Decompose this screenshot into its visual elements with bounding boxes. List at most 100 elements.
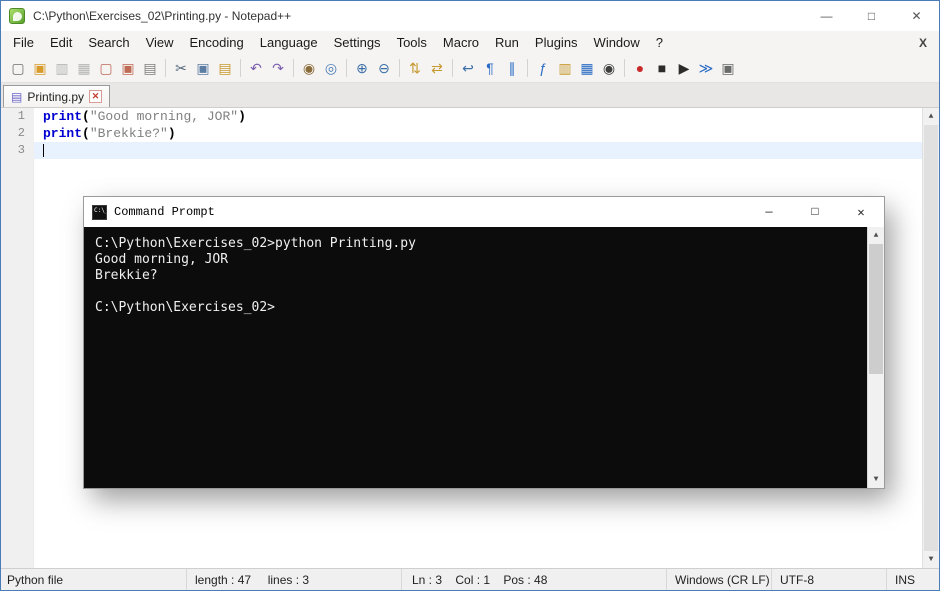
- new-file-icon[interactable]: ▢: [8, 58, 28, 78]
- status-length-info: length : 47 lines : 3: [186, 569, 401, 590]
- notepadpp-window: C:\Python\Exercises_02\Printing.py - Not…: [0, 0, 940, 591]
- cut-icon[interactable]: ✂: [171, 58, 191, 78]
- tab-close-icon[interactable]: ✕: [89, 90, 103, 103]
- record-macro-icon[interactable]: ●: [630, 58, 650, 78]
- save-macro-icon[interactable]: ▣: [718, 58, 738, 78]
- undo-icon[interactable]: ↶: [246, 58, 266, 78]
- tab-label: Printing.py: [27, 89, 85, 104]
- status-eol-format[interactable]: Windows (CR LF): [666, 569, 771, 590]
- notepadpp-app-icon: [9, 8, 25, 24]
- token-keyword: print: [43, 109, 83, 124]
- editor-area[interactable]: 1 print("Good morning, JOR") 2 print("Brekk…: [1, 108, 939, 568]
- menubar-close-button[interactable]: X: [907, 36, 939, 50]
- cmd-output[interactable]: C:\Python\Exercises_02>python Printing.p…: [84, 227, 867, 488]
- menu-item-search[interactable]: Search: [80, 33, 137, 52]
- toolbar: ▢ ▣ ▥ ▦ ▢ ▣ ▤ ✂ ▣ ▤ ↶ ↷ ◉ ◎ ⊕ ⊖ ⇅ ⇄ ↩ ¶ ∥ ƒ ▥ ▦ ◉ ● ■ ▶ ≫ ▣: [1, 54, 939, 83]
- word-wrap-icon[interactable]: ↩: [458, 58, 478, 78]
- menu-item-file[interactable]: File: [5, 33, 42, 52]
- menu-item-help[interactable]: ?: [648, 33, 671, 52]
- cmd-scroll-down-icon[interactable]: ▼: [868, 471, 884, 488]
- code-text[interactable]: print("Brekkie?"): [34, 125, 922, 142]
- tabbar: ▤ Printing.py ✕: [1, 83, 939, 108]
- line-number[interactable]: 3: [1, 142, 34, 159]
- replace-icon[interactable]: ◎: [321, 58, 341, 78]
- minimize-button[interactable]: —: [804, 1, 849, 31]
- show-all-characters-icon[interactable]: ¶: [480, 58, 500, 78]
- line-number[interactable]: 1: [1, 108, 34, 125]
- code-line: 2 print("Brekkie?"): [1, 125, 922, 142]
- menu-item-macro[interactable]: Macro: [435, 33, 487, 52]
- document-switcher-icon[interactable]: ▦: [577, 58, 597, 78]
- zoom-in-icon[interactable]: ⊕: [352, 58, 372, 78]
- code-line: 3: [1, 142, 922, 159]
- document-map-icon[interactable]: ▥: [555, 58, 575, 78]
- editor-scrollbar[interactable]: ▲ ▼: [922, 108, 939, 568]
- cmd-scroll-up-icon[interactable]: ▲: [868, 227, 884, 244]
- code-line: 1 print("Good morning, JOR"): [1, 108, 922, 125]
- menu-item-view[interactable]: View: [138, 33, 182, 52]
- menu-item-window[interactable]: Window: [586, 33, 648, 52]
- cmd-minimize-button[interactable]: —: [746, 197, 792, 227]
- editor-scrollbar-track[interactable]: [923, 125, 939, 551]
- cmd-close-button[interactable]: ✕: [838, 197, 884, 227]
- code-text[interactable]: [34, 142, 922, 159]
- file-icon: ▤: [11, 89, 23, 104]
- scroll-up-icon[interactable]: ▲: [923, 108, 939, 125]
- sync-horizontal-scroll-icon[interactable]: ⇄: [427, 58, 447, 78]
- menu-item-settings[interactable]: Settings: [326, 33, 389, 52]
- line-number[interactable]: 2: [1, 125, 34, 142]
- token-operator: (: [82, 126, 90, 141]
- cmd-titlebar[interactable]: C:\_ Command Prompt — □ ✕: [84, 197, 884, 227]
- menu-item-language[interactable]: Language: [252, 33, 326, 52]
- maximize-button[interactable]: □: [849, 1, 894, 31]
- menu-item-run[interactable]: Run: [487, 33, 527, 52]
- run-macro-multiple-icon[interactable]: ≫: [696, 58, 716, 78]
- indent-guide-icon[interactable]: ∥: [502, 58, 522, 78]
- close-all-icon[interactable]: ▣: [118, 58, 138, 78]
- scroll-down-icon[interactable]: ▼: [923, 551, 939, 568]
- menu-item-tools[interactable]: Tools: [389, 33, 435, 52]
- code-text[interactable]: print("Good morning, JOR"): [34, 108, 922, 125]
- status-insert-mode[interactable]: INS: [886, 569, 939, 590]
- monitoring-icon[interactable]: ◉: [599, 58, 619, 78]
- zoom-out-icon[interactable]: ⊖: [374, 58, 394, 78]
- text-caret: [43, 144, 44, 158]
- save-file-icon[interactable]: ▥: [52, 58, 72, 78]
- menu-item-plugins[interactable]: Plugins: [527, 33, 586, 52]
- titlebar[interactable]: C:\Python\Exercises_02\Printing.py - Not…: [1, 1, 939, 31]
- line-number-margin[interactable]: [1, 108, 34, 568]
- status-encoding[interactable]: UTF-8: [771, 569, 886, 590]
- cmd-body[interactable]: C:\Python\Exercises_02>python Printing.p…: [84, 227, 884, 488]
- function-list-icon[interactable]: ƒ: [533, 58, 553, 78]
- menu-item-edit[interactable]: Edit: [42, 33, 80, 52]
- close-file-icon[interactable]: ▢: [96, 58, 116, 78]
- close-button[interactable]: ✕: [894, 1, 939, 31]
- token-string: "Brekkie?": [89, 126, 168, 141]
- tab-printing-py[interactable]: ▤ Printing.py ✕: [3, 85, 111, 107]
- cmd-prompt-icon: C:\_: [92, 204, 107, 220]
- token-operator: ): [167, 126, 176, 141]
- save-all-icon[interactable]: ▦: [74, 58, 94, 78]
- window-controls: — □ ✕: [804, 1, 939, 31]
- editor-scrollbar-thumb[interactable]: [924, 125, 938, 551]
- sync-vertical-scroll-icon[interactable]: ⇅: [405, 58, 425, 78]
- find-icon[interactable]: ◉: [299, 58, 319, 78]
- cmd-window-title: Command Prompt: [114, 205, 215, 219]
- print-icon[interactable]: ▤: [140, 58, 160, 78]
- command-prompt-window: C:\_ Command Prompt — □ ✕ C:\Python\Exer…: [84, 197, 884, 488]
- menu-item-encoding[interactable]: Encoding: [182, 33, 252, 52]
- cmd-maximize-button[interactable]: □: [792, 197, 838, 227]
- menubar: File Edit Search View Encoding Language Settin…: [1, 31, 939, 54]
- paste-icon[interactable]: ▤: [215, 58, 235, 78]
- cmd-scrollbar-thumb[interactable]: [869, 244, 883, 374]
- toolbar-separator: [527, 59, 528, 77]
- redo-icon[interactable]: ↷: [268, 58, 288, 78]
- toolbar-separator: [293, 59, 294, 77]
- stop-macro-icon[interactable]: ■: [652, 58, 672, 78]
- play-macro-icon[interactable]: ▶: [674, 58, 694, 78]
- window-title: C:\Python\Exercises_02\Printing.py - Not…: [33, 9, 292, 23]
- copy-icon[interactable]: ▣: [193, 58, 213, 78]
- cmd-scrollbar[interactable]: ▲ ▼: [867, 227, 884, 488]
- open-file-icon[interactable]: ▣: [30, 58, 50, 78]
- cmd-scrollbar-track[interactable]: [868, 244, 884, 471]
